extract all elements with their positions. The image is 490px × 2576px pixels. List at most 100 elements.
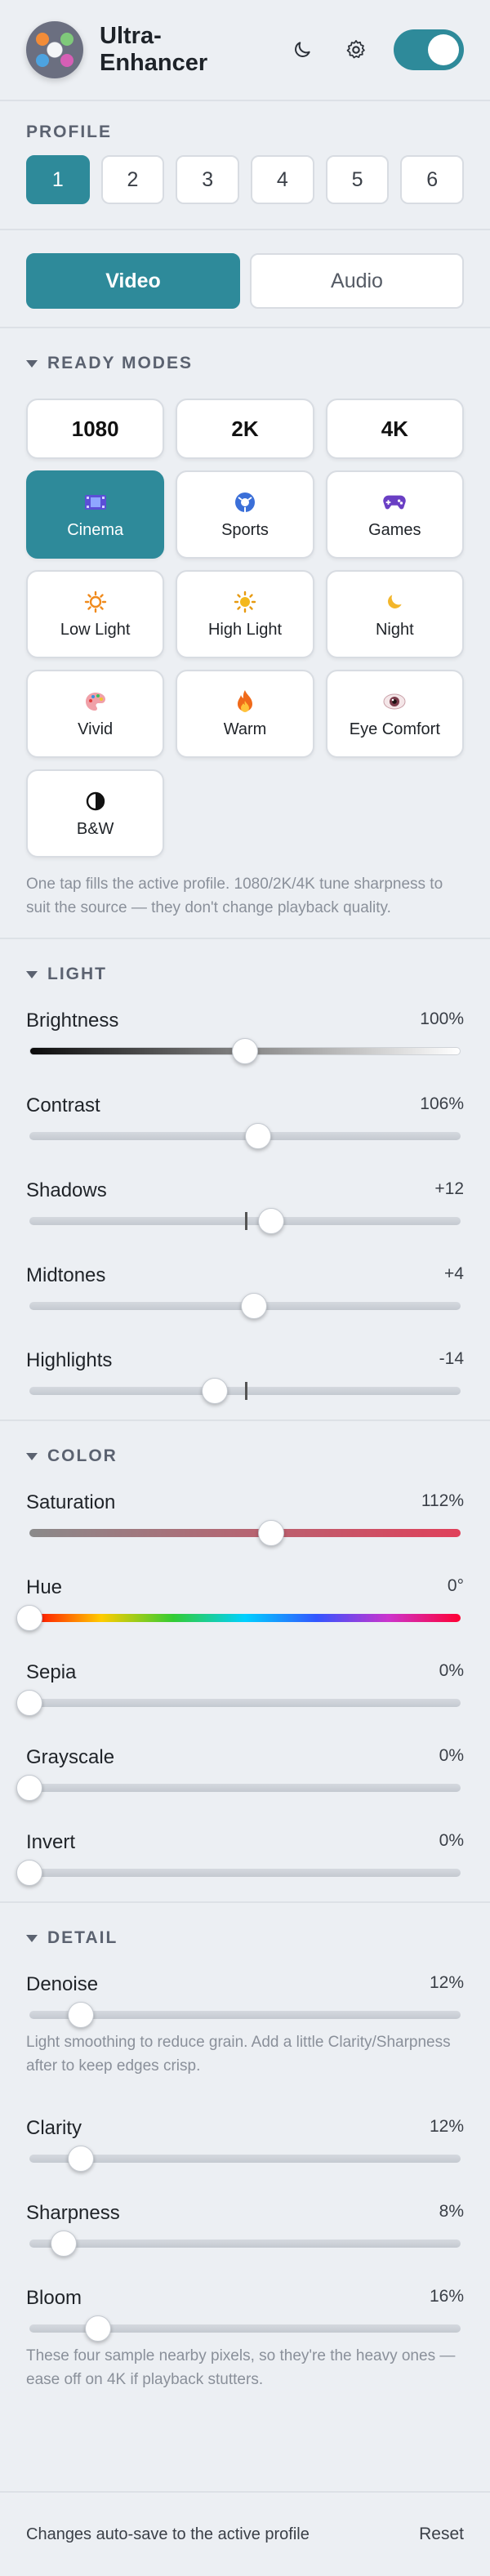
slider-midtones: Midtones +4 (0, 1264, 490, 1319)
slider-thumb[interactable] (16, 1775, 42, 1801)
mode-label: High Light (207, 620, 283, 639)
slider-value: 12% (429, 2117, 464, 2136)
detail-header[interactable]: DETAIL (0, 1903, 490, 1973)
slider-track[interactable] (29, 1520, 461, 1546)
slider-thumb[interactable] (16, 1690, 42, 1716)
profile-button-4[interactable]: 4 (251, 155, 314, 204)
mode-eye-comfort[interactable]: Eye Comfort (325, 670, 464, 758)
mode-warm[interactable]: Warm (176, 670, 314, 758)
header: Ultra-Enhancer (0, 0, 490, 101)
slider-label: Brightness (26, 1009, 119, 1032)
profile-label: PROFILE (26, 123, 113, 141)
mode-vivid[interactable]: Vivid (26, 670, 165, 758)
slider-track[interactable] (29, 2146, 461, 2172)
slider-track[interactable] (29, 1293, 461, 1319)
slider-value: +4 (444, 1264, 464, 1283)
mode-games[interactable]: Games (325, 470, 464, 559)
slider-thumb[interactable] (68, 2146, 95, 2172)
slider-thumb[interactable] (16, 1860, 42, 1886)
slider-bloom: Bloom 16% (0, 2287, 490, 2342)
slider-value: 0% (439, 1831, 464, 1850)
chevron-down-icon (26, 359, 38, 368)
slider-thumb[interactable] (85, 2315, 112, 2342)
mode-label: Warm (223, 720, 267, 738)
reset-button[interactable]: Reset (419, 2525, 464, 2544)
slider-track[interactable] (16, 1690, 461, 1716)
profile-button-3[interactable]: 3 (176, 155, 240, 204)
slider-saturation: Saturation 112% (0, 1491, 490, 1546)
profile-button-1[interactable]: 1 (26, 155, 90, 204)
enhancer-panel: Ultra-Enhancer PROFILE 1 2 3 4 5 6 Video… (0, 0, 490, 2576)
slider-label: Denoise (26, 1973, 99, 1995)
slider-label: Clarity (26, 2117, 82, 2139)
mode-2k[interactable]: 2K (176, 399, 314, 459)
slider-track[interactable] (29, 2315, 461, 2342)
slider-label: Highlights (26, 1349, 113, 1371)
mode-4k[interactable]: 4K (325, 399, 464, 459)
slider-thumb[interactable] (51, 2231, 78, 2257)
slider-thumb[interactable] (232, 1038, 258, 1064)
mode-cinema[interactable]: Cinema (26, 470, 165, 559)
slider-track[interactable] (29, 2002, 461, 2028)
slider-track[interactable] (29, 2231, 461, 2257)
slider-track[interactable] (16, 1775, 461, 1801)
profile-section: PROFILE 1 2 3 4 5 6 (0, 101, 490, 230)
gamepad-icon (382, 490, 407, 515)
gear-icon[interactable] (338, 32, 374, 68)
slider-track[interactable] (29, 1208, 461, 1234)
slider-label: Sepia (26, 1661, 77, 1683)
slider-thumb[interactable] (257, 1208, 284, 1234)
slider-thumb[interactable] (202, 1378, 229, 1404)
mode-low-light[interactable]: Low Light (26, 570, 165, 658)
profile-button-6[interactable]: 6 (400, 155, 465, 204)
slider-thumb[interactable] (68, 2002, 95, 2028)
slider-label: Grayscale (26, 1746, 115, 1768)
color-label: COLOR (47, 1446, 118, 1465)
center-tick (245, 1212, 247, 1230)
ready-modes-header[interactable]: READY MODES (0, 328, 490, 399)
mode-label: Games (368, 520, 421, 539)
slider-track[interactable] (29, 1038, 461, 1064)
slider-sharpness: Sharpness 8% (0, 2202, 490, 2257)
mode-label: B&W (76, 819, 114, 838)
profile-button-2[interactable]: 2 (100, 155, 165, 204)
mode-sports[interactable]: Sports (176, 470, 314, 559)
slider-thumb[interactable] (16, 1605, 42, 1631)
slider-value: 0° (447, 1576, 464, 1595)
mode-night[interactable]: Night (325, 570, 464, 658)
slider-track[interactable] (29, 1123, 461, 1149)
moon-icon (382, 590, 407, 614)
light-header[interactable]: LIGHT (0, 939, 490, 1009)
chevron-down-icon (26, 1934, 38, 1942)
slider-thumb[interactable] (240, 1293, 267, 1319)
slider-thumb[interactable] (244, 1123, 271, 1149)
mode-bw[interactable]: B&W (26, 769, 165, 858)
slider-value: 106% (420, 1094, 464, 1113)
sun-icon (83, 590, 108, 614)
slider-track[interactable] (16, 1605, 461, 1631)
center-tick (245, 1382, 247, 1400)
slider-value: 16% (429, 2287, 464, 2306)
slider-label: Midtones (26, 1264, 106, 1286)
slider-thumb[interactable] (257, 1520, 284, 1546)
profile-selector: 1 2 3 4 5 6 (26, 155, 465, 204)
ready-modes-label: READY MODES (47, 354, 193, 372)
slider-grayscale: Grayscale 0% (0, 1746, 490, 1801)
tab-audio[interactable]: Audio (250, 253, 464, 309)
flame-icon (233, 689, 257, 714)
mode-label: Low Light (60, 620, 131, 639)
mode-1080[interactable]: 1080 (26, 399, 165, 459)
slider-hue: Hue 0° (0, 1576, 490, 1631)
mode-high-light[interactable]: High Light (176, 570, 314, 658)
moon-icon[interactable] (284, 32, 320, 68)
mode-label: Cinema (67, 520, 124, 539)
eye-icon (382, 689, 407, 714)
tab-video[interactable]: Video (26, 253, 240, 309)
slider-track[interactable] (29, 1378, 461, 1404)
enable-toggle[interactable] (394, 29, 464, 70)
slider-track[interactable] (16, 1860, 461, 1886)
profile-button-5[interactable]: 5 (325, 155, 390, 204)
footer: Changes auto-save to the active profile … (0, 2491, 490, 2576)
color-header[interactable]: COLOR (0, 1421, 490, 1491)
slider-label: Saturation (26, 1491, 116, 1513)
